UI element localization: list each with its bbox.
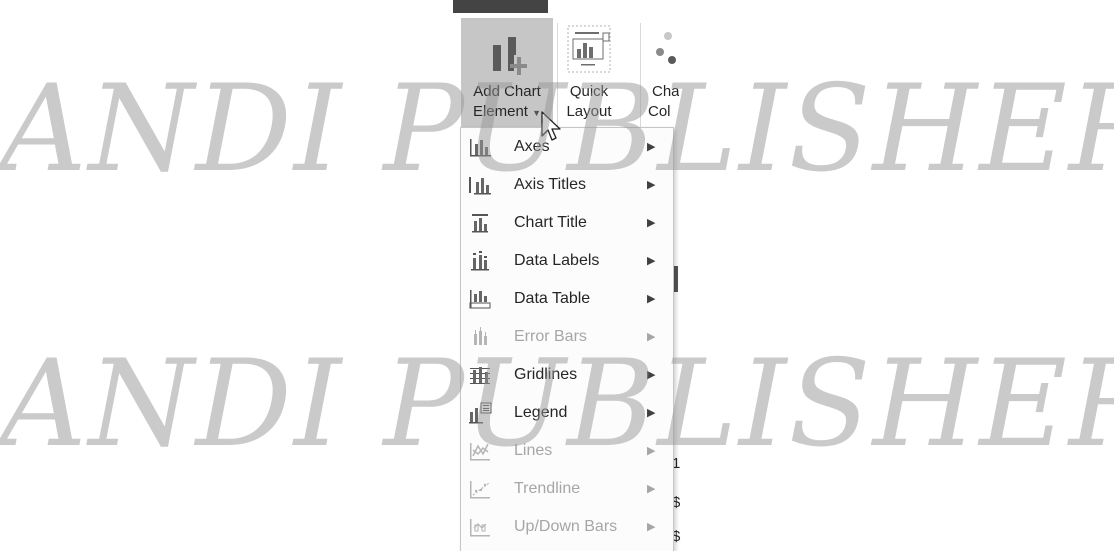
quick-layout-button[interactable]: Quick Layout ▼: [561, 18, 617, 137]
menu-item-label: Error Bars: [514, 328, 587, 345]
add-chart-element-label-1: Add Chart: [473, 83, 541, 100]
submenu-arrow-icon: ▶: [647, 255, 656, 267]
chart-colors-label-2: Col: [648, 103, 671, 120]
add-chart-element-menu: Axes ▶ Axis Titles ▶ Chart Title ▶ Data …: [460, 127, 674, 551]
menu-item-label: Axis Titles: [514, 176, 587, 193]
menu-item-chart-title[interactable]: Chart Title ▶: [461, 204, 673, 242]
menu-item-label: Data Labels: [514, 252, 600, 269]
menu-item-label: Chart Title: [514, 214, 587, 231]
menu-item-gridlines[interactable]: Gridlines ▶: [461, 356, 673, 394]
data-table-icon: [469, 290, 491, 309]
menu-item-legend[interactable]: Legend ▶: [461, 394, 673, 432]
submenu-arrow-icon: ▶: [647, 141, 656, 153]
axes-icon: [470, 139, 491, 157]
menu-item-label: Gridlines: [514, 366, 578, 383]
submenu-arrow-icon: ▶: [647, 179, 656, 191]
submenu-arrow-icon: ▶: [647, 407, 656, 419]
menu-item-up-down-bars[interactable]: Up/Down Bars ▶: [461, 508, 673, 546]
submenu-arrow-icon: ▶: [647, 217, 656, 229]
trendline-icon: [470, 481, 490, 499]
add-chart-element-icon: [493, 37, 527, 75]
menu-item-label: Up/Down Bars: [514, 518, 618, 535]
data-labels-icon: [471, 251, 489, 271]
submenu-arrow-icon: ▶: [647, 445, 656, 457]
menu-item-label: Data Table: [514, 290, 591, 307]
submenu-arrow-icon: ▶: [647, 521, 656, 533]
menu-item-lines[interactable]: Lines ▶: [461, 432, 673, 470]
submenu-arrow-icon: ▶: [647, 293, 656, 305]
lines-icon: [470, 443, 490, 461]
mouse-cursor-icon: [541, 111, 561, 141]
quick-layout-label-2-text: Layout: [566, 103, 612, 120]
menu-item-trendline[interactable]: Trendline ▶: [461, 470, 673, 508]
submenu-arrow-icon: ▶: [647, 369, 656, 381]
chart-colors-icon: [656, 32, 676, 64]
menu-item-label: Lines: [514, 442, 553, 459]
menu-item-data-labels[interactable]: Data Labels ▶: [461, 242, 673, 280]
ribbon-separator: [640, 23, 641, 131]
menu-item-label: Trendline: [514, 480, 581, 497]
menu-item-axes[interactable]: Axes ▶: [461, 128, 673, 166]
menu-item-label: Legend: [514, 404, 568, 421]
quick-layout-icon: [567, 25, 611, 73]
chart-colors-label-1: Cha: [652, 83, 679, 100]
ribbon-tab-indicator: [453, 0, 548, 13]
axis-titles-icon: [469, 177, 491, 195]
chart-title-icon: [472, 214, 488, 233]
submenu-arrow-icon: ▶: [647, 331, 656, 343]
gridlines-icon: [470, 367, 490, 384]
menu-item-data-table[interactable]: Data Table ▶: [461, 280, 673, 318]
menu-item-error-bars[interactable]: Error Bars ▶: [461, 318, 673, 356]
chart-colors-button[interactable]: Cha Col: [648, 18, 679, 134]
quick-layout-label-1: Quick: [569, 83, 609, 100]
menu-item-axis-titles[interactable]: Axis Titles ▶: [461, 166, 673, 204]
up-down-bars-icon: [470, 519, 490, 537]
error-bars-icon: [474, 327, 487, 345]
add-chart-element-label-2-text: Element: [472, 103, 528, 120]
legend-icon: [469, 402, 492, 424]
submenu-arrow-icon: ▶: [647, 483, 656, 495]
